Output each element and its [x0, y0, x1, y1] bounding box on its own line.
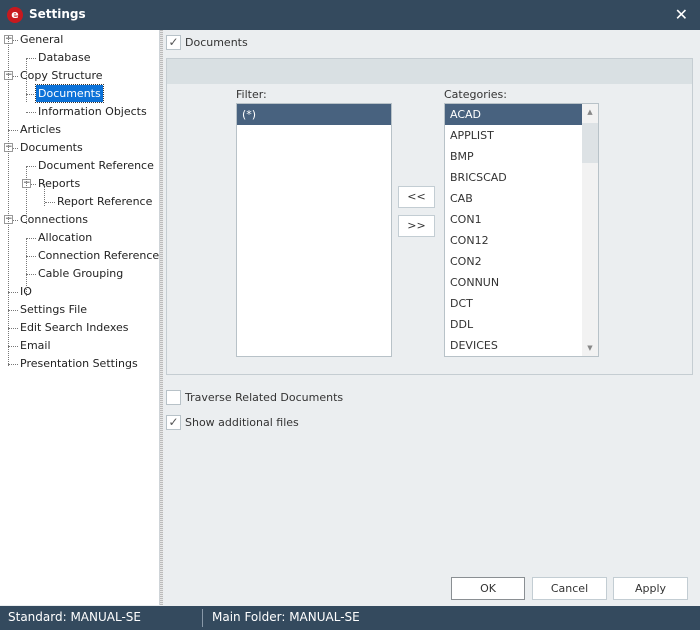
tree-item[interactable]: Documents: [18, 139, 85, 156]
cancel-button[interactable]: Cancel: [532, 577, 607, 600]
tree-item[interactable]: Connection Reference: [36, 247, 161, 264]
tree-connector: [8, 346, 18, 347]
tree-item[interactable]: Documents: [35, 84, 104, 103]
list-item[interactable]: APPLIST: [445, 125, 582, 146]
traverse-checkbox-label: Traverse Related Documents: [185, 391, 344, 404]
tree-connector: [26, 166, 36, 167]
title-bar: e Settings ✕: [0, 0, 700, 30]
categories-scrollbar[interactable]: ▲ ▼: [582, 104, 598, 356]
list-item[interactable]: DDL: [445, 314, 582, 335]
list-item[interactable]: DEVICES: [445, 335, 582, 356]
apply-button[interactable]: Apply: [613, 577, 688, 600]
documents-checkbox-label: Documents: [185, 36, 248, 49]
tree-item[interactable]: Email: [18, 337, 53, 354]
tree-item[interactable]: Allocation: [36, 229, 94, 246]
ok-button[interactable]: OK: [451, 577, 525, 600]
scroll-down-icon[interactable]: ▼: [582, 340, 598, 356]
filter-label: Filter:: [236, 88, 267, 101]
tree-item[interactable]: Report Reference: [55, 193, 154, 210]
categories-listbox[interactable]: ACAD APPLIST BMP BRICSCAD CAB CON1 CON12 CON2 CO…: [444, 103, 599, 357]
tree-connector: [44, 184, 45, 206]
tree-connector: [8, 130, 18, 131]
tree-item[interactable]: Document Reference: [36, 157, 156, 174]
tree-connector: [8, 292, 18, 293]
scroll-thumb[interactable]: [582, 123, 598, 163]
list-item[interactable]: CONNUN: [445, 272, 582, 293]
tree-connector: [26, 94, 36, 95]
tree-connector: [8, 310, 18, 311]
tree-item[interactable]: General: [18, 31, 65, 48]
settings-tree[interactable]: General − Database Copy Structure − Documents…: [0, 30, 160, 605]
tree-connector: [26, 166, 27, 224]
status-main-folder: Main Folder: MANUAL-SE: [212, 610, 360, 624]
tree-connector: [26, 112, 36, 113]
tree-item[interactable]: Connections: [18, 211, 90, 228]
tree-connector: [26, 58, 27, 102]
tree-item[interactable]: Database: [36, 49, 93, 66]
tree-connector: [45, 202, 55, 203]
tree-item[interactable]: Settings File: [18, 301, 89, 318]
status-bar: Standard: MANUAL-SE Main Folder: MANUAL-…: [0, 606, 700, 630]
e-logo-icon: e: [7, 7, 23, 23]
move-right-button[interactable]: >>: [398, 215, 435, 237]
status-divider: [202, 609, 203, 627]
list-item[interactable]: CAB: [445, 188, 582, 209]
tree-item[interactable]: Articles: [18, 121, 63, 138]
window-title: Settings: [29, 7, 86, 21]
close-icon[interactable]: ✕: [675, 5, 688, 24]
list-item[interactable]: DCT: [445, 293, 582, 314]
traverse-checkbox[interactable]: [166, 390, 181, 405]
tree-connector: [26, 238, 36, 239]
tree-connector: [26, 58, 36, 59]
splitter[interactable]: [160, 30, 163, 605]
list-item[interactable]: BRICSCAD: [445, 167, 582, 188]
filter-listbox[interactable]: (*): [236, 103, 392, 357]
group-header: [167, 59, 692, 84]
tree-item[interactable]: Copy Structure: [18, 67, 105, 84]
tree-item[interactable]: Cable Grouping: [36, 265, 125, 282]
tree-connector: [8, 36, 9, 366]
tree-connector: [26, 256, 36, 257]
list-item[interactable]: ACAD: [445, 104, 582, 125]
list-item[interactable]: CON1: [445, 209, 582, 230]
move-left-button[interactable]: <<: [398, 186, 435, 208]
show-files-checkbox-label: Show additional files: [185, 416, 299, 429]
tree-item[interactable]: Reports: [36, 175, 82, 192]
scroll-up-icon[interactable]: ▲: [582, 104, 598, 120]
tree-item[interactable]: Edit Search Indexes: [18, 319, 131, 336]
show-files-checkbox[interactable]: ✓: [166, 415, 181, 430]
tree-connector: [8, 364, 18, 365]
list-item[interactable]: CON2: [445, 251, 582, 272]
tree-connector: [26, 238, 27, 296]
tree-item[interactable]: Presentation Settings: [18, 355, 140, 372]
status-standard: Standard: MANUAL-SE: [8, 610, 141, 624]
list-item[interactable]: (*): [237, 104, 391, 125]
list-item[interactable]: BMP: [445, 146, 582, 167]
list-item[interactable]: CON12: [445, 230, 582, 251]
tree-item[interactable]: Information Objects: [36, 103, 149, 120]
categories-label: Categories:: [444, 88, 507, 101]
documents-checkbox[interactable]: ✓: [166, 35, 181, 50]
tree-connector: [26, 274, 36, 275]
tree-connector: [8, 328, 18, 329]
